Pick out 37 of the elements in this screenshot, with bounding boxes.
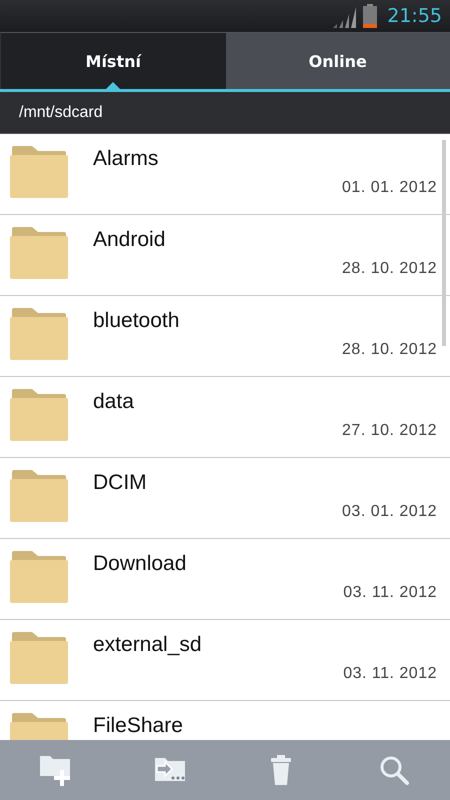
signal-icon — [333, 6, 358, 28]
battery-icon — [363, 4, 378, 28]
folder-icon — [10, 146, 68, 198]
folder-name: external_sd — [93, 633, 203, 657]
folder-icon — [10, 470, 68, 522]
tab[interactable]: Místní — [0, 32, 226, 89]
folder-icon — [10, 227, 68, 279]
modified-date: 28. 10. 2012 — [342, 341, 437, 359]
folder-name: bluetooth — [93, 309, 180, 333]
folder-name: data — [93, 390, 135, 414]
folder-row[interactable]: Alarms 01. 01. 2012 — [0, 134, 450, 215]
modified-date: 28. 10. 2012 — [342, 260, 437, 278]
modified-date: 03. 11. 2012 — [343, 665, 437, 683]
tab[interactable]: Online — [226, 32, 450, 89]
modified-date: 03. 11. 2012 — [343, 584, 437, 602]
new-folder-icon — [40, 754, 72, 786]
modified-date: 01. 01. 2012 — [342, 179, 437, 197]
clock-time: 21:55 — [387, 5, 442, 27]
current-path: /mnt/sdcard — [19, 104, 103, 122]
folder-row[interactable]: external_sd 03. 11. 2012 — [0, 620, 450, 701]
modified-date: 27. 10. 2012 — [342, 422, 437, 440]
folder-icon — [10, 632, 68, 684]
folder-row[interactable]: data 27. 10. 2012 — [0, 377, 450, 458]
folder-row[interactable]: Android 28. 10. 2012 — [0, 215, 450, 296]
folder-name: Alarms — [93, 147, 160, 171]
folder-name: Android — [93, 228, 166, 252]
folder-icon — [10, 551, 68, 603]
folder-icon — [10, 389, 68, 441]
folder-name: FileShare — [93, 714, 184, 738]
folder-icon — [10, 308, 68, 360]
folder-name: Download — [93, 552, 188, 576]
folder-row[interactable]: Download 03. 11. 2012 — [0, 539, 450, 620]
search-icon — [378, 754, 410, 786]
folder-row[interactable]: DCIM 03. 01. 2012 — [0, 458, 450, 539]
modified-date: 03. 01. 2012 — [342, 503, 437, 521]
folder-name: DCIM — [93, 471, 148, 495]
folder-row[interactable]: bluetooth 28. 10. 2012 — [0, 296, 450, 377]
